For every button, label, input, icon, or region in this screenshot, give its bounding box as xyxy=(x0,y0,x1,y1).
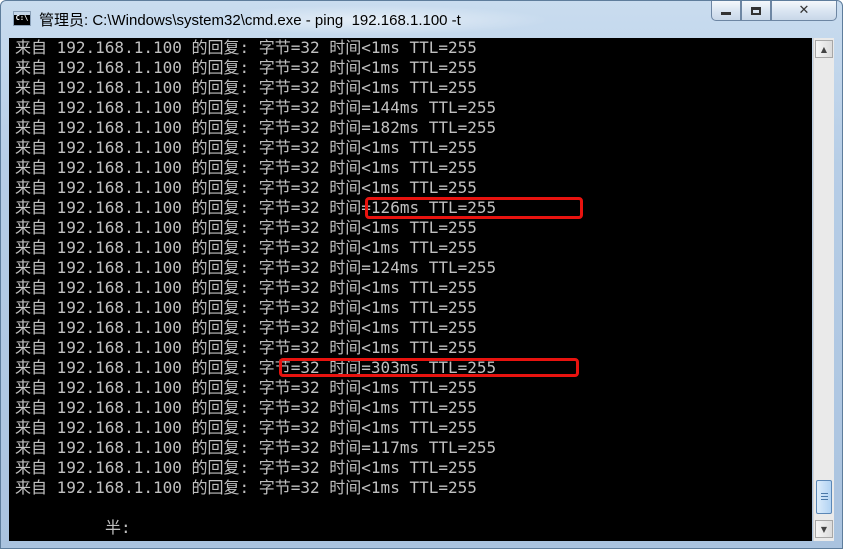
console-line: 来自 192.168.1.100 的回复: 字节=32 时间<1ms TTL=2… xyxy=(15,458,477,477)
highlight-box-303ms xyxy=(279,358,579,377)
vertical-scrollbar[interactable]: ▲ ▼ xyxy=(813,38,834,541)
title-bar[interactable]: C:\ 管理员: C:\Windows\system32\cmd.exe - p… xyxy=(1,1,842,37)
minimize-button[interactable] xyxy=(711,1,741,21)
console-line: 来自 192.168.1.100 的回复: 字节=32 时间<1ms TTL=2… xyxy=(15,138,477,157)
console-line: 来自 192.168.1.100 的回复: 字节=32 时间<1ms TTL=2… xyxy=(15,378,477,397)
console-line: 来自 192.168.1.100 的回复: 字节=32 时间<1ms TTL=2… xyxy=(15,278,477,297)
close-icon: ✕ xyxy=(798,3,810,18)
console-line: 来自 192.168.1.100 的回复: 字节=32 时间=124ms TTL… xyxy=(15,258,497,277)
console-line: 来自 192.168.1.100 的回复: 字节=32 时间<1ms TTL=2… xyxy=(15,298,477,317)
console-line: 来自 192.168.1.100 的回复: 字节=32 时间<1ms TTL=2… xyxy=(15,78,477,97)
maximize-button[interactable] xyxy=(741,1,771,21)
console-line: 来自 192.168.1.100 的回复: 字节=32 时间<1ms TTL=2… xyxy=(15,218,477,237)
console-line: 来自 192.168.1.100 的回复: 字节=32 时间<1ms TTL=2… xyxy=(15,478,477,497)
console-line: 来自 192.168.1.100 的回复: 字节=32 时间<1ms TTL=2… xyxy=(15,338,477,357)
scroll-up-button[interactable]: ▲ xyxy=(815,40,833,58)
scroll-down-button[interactable]: ▼ xyxy=(815,520,833,538)
console-output[interactable]: 来自 192.168.1.100 的回复: 字节=32 时间<1ms TTL=2… xyxy=(9,38,812,541)
console-lines: 来自 192.168.1.100 的回复: 字节=32 时间<1ms TTL=2… xyxy=(15,38,496,498)
scroll-down-icon: ▼ xyxy=(820,524,828,534)
cmd-icon[interactable]: C:\ xyxy=(13,11,31,26)
cmd-window: C:\ 管理员: C:\Windows\system32\cmd.exe - p… xyxy=(0,0,843,549)
console-line: 来自 192.168.1.100 的回复: 字节=32 时间<1ms TTL=2… xyxy=(15,38,477,57)
maximize-icon xyxy=(751,6,761,15)
console-line: 来自 192.168.1.100 的回复: 字节=32 时间=182ms TTL… xyxy=(15,118,497,137)
scroll-thumb[interactable] xyxy=(816,480,832,514)
thumb-grip-line xyxy=(821,493,828,494)
window-title: 管理员: C:\Windows\system32\cmd.exe - ping … xyxy=(39,12,461,29)
console-line: 来自 192.168.1.100 的回复: 字节=32 时间<1ms TTL=2… xyxy=(15,58,477,77)
console-line: 来自 192.168.1.100 的回复: 字节=32 时间<1ms TTL=2… xyxy=(15,158,477,177)
minimize-icon xyxy=(721,12,731,15)
console-partial-line: 半: xyxy=(105,518,131,537)
console-line: 来自 192.168.1.100 的回复: 字节=32 时间=117ms TTL… xyxy=(15,438,497,457)
thumb-grip-line xyxy=(821,499,828,500)
close-button[interactable]: ✕ xyxy=(771,1,837,21)
thumb-grip-line xyxy=(821,496,828,497)
scroll-up-icon: ▲ xyxy=(820,44,828,54)
console-line: 来自 192.168.1.100 的回复: 字节=32 时间<1ms TTL=2… xyxy=(15,318,477,337)
console-line: 来自 192.168.1.100 的回复: 字节=32 时间<1ms TTL=2… xyxy=(15,238,477,257)
console-line: 来自 192.168.1.100 的回复: 字节=32 时间=144ms TTL… xyxy=(15,98,497,117)
console-line: 来自 192.168.1.100 的回复: 字节=32 时间<1ms TTL=2… xyxy=(15,178,477,197)
console-line: 来自 192.168.1.100 的回复: 字节=32 时间<1ms TTL=2… xyxy=(15,418,477,437)
console-line: 来自 192.168.1.100 的回复: 字节=32 时间<1ms TTL=2… xyxy=(15,398,477,417)
highlight-box-126ms xyxy=(365,197,583,219)
